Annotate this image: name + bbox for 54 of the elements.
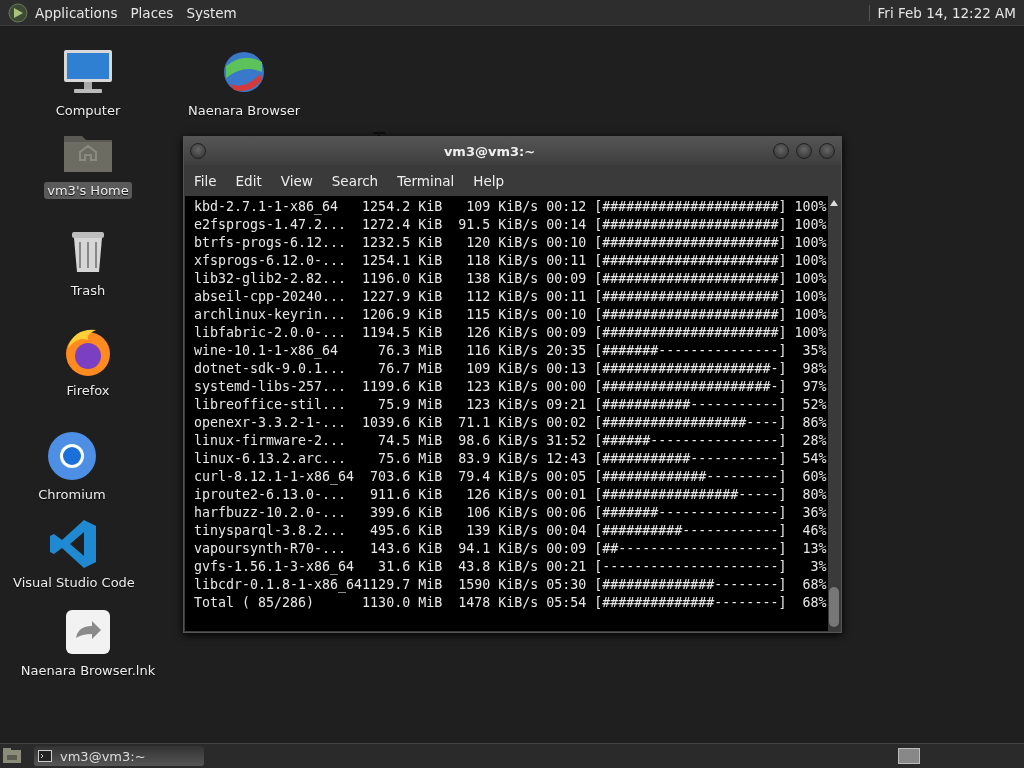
terminal-line: curl-8.12.1-1-x86_64 703.6 KiB 79.4 KiB/s 00:05 [#############---------] 60% [194, 468, 828, 486]
terminal-line: harfbuzz-10.2.0-... 399.6 KiB 106 KiB/s 00:06 [#######---------------] 36% [194, 504, 828, 522]
desktop-icon-label[interactable]: Chromium [35, 486, 109, 503]
terminal-line: kbd-2.7.1-1-x86_64 1254.2 KiB 109 KiB/s 00:12 [######################] 100% [194, 198, 828, 216]
terminal-line: tinysparql-3.8.2... 495.6 KiB 139 KiB/s 00:04 [##########------------] 46% [194, 522, 828, 540]
desktop-icon-label[interactable]: Visual Studio Code [10, 574, 138, 591]
logo-icon[interactable] [8, 2, 28, 23]
desktop-icon-label[interactable]: vm3's Home [44, 182, 132, 199]
terminal-line: Total ( 85/286) 1130.0 MiB 1478 KiB/s 05:54 [##############--------] 68% [194, 594, 828, 612]
menu-item[interactable]: Terminal [389, 168, 463, 193]
terminal-line: dotnet-sdk-9.0.1... 76.7 MiB 109 KiB/s 00:13 [#####################-] 98% [194, 360, 828, 378]
task-button[interactable]: vm3@vm3:~ [34, 746, 204, 766]
terminal-line: lib32-glib2-2.82... 1196.0 KiB 138 KiB/s 00:09 [######################] 100% [194, 270, 828, 288]
terminal-line: libreoffice-stil... 75.9 MiB 123 KiB/s 09:21 [###########-----------] 52% [194, 396, 828, 414]
terminal-line: libcdr-0.1.8-1-x86_641129.7 MiB 1590 KiB/s 05:30 [##############--------] 68% [194, 576, 828, 594]
window-menu-button[interactable] [190, 143, 206, 159]
desktop-icon-label[interactable]: Firefox [63, 382, 113, 399]
workspace-switcher[interactable] [898, 748, 920, 764]
terminal-line: iproute2-6.13.0-... 911.6 KiB 126 KiB/s 00:01 [#################-----] 80% [194, 486, 828, 504]
terminal-line: btrfs-progs-6.12... 1232.5 KiB 120 KiB/s 00:10 [######################] 100% [194, 234, 828, 252]
terminal-line: archlinux-keyrin... 1206.9 KiB 115 KiB/s 00:10 [######################] 100% [194, 306, 828, 324]
maximize-button[interactable] [796, 143, 812, 159]
scroll-up-icon[interactable] [830, 200, 838, 206]
menu-item[interactable]: Edit [227, 168, 270, 193]
show-desktop-icon[interactable] [2, 747, 22, 765]
clock[interactable]: Fri Feb 14, 12:22 AM [868, 4, 1024, 21]
menu-item[interactable]: View [272, 168, 321, 193]
menu-item[interactable]: Search [323, 168, 387, 193]
desktop-icon-label[interactable]: Trash [67, 282, 109, 299]
terminal-line: linux-firmware-2... 74.5 MiB 98.6 KiB/s 31:52 [######----------------] 28% [194, 432, 828, 450]
desktop-icon-label[interactable]: Naenara Browser [185, 102, 303, 119]
window-title: vm3@vm3:~ [443, 143, 536, 159]
terminal-line: systemd-libs-257... 1199.6 KiB 123 KiB/s 00:00 [#####################-] 97% [194, 378, 828, 396]
panel-menu[interactable]: Places [130, 4, 174, 21]
terminal-line: abseil-cpp-20240... 1227.9 KiB 112 KiB/s 00:11 [######################] 100% [194, 288, 828, 306]
terminal-line: vapoursynth-R70-... 143.6 KiB 94.1 KiB/s 00:09 [##--------------------] 13% [194, 540, 828, 558]
terminal-icon [38, 750, 52, 762]
close-button[interactable] [819, 143, 835, 159]
terminal-line: xfsprogs-6.12.0-... 1254.1 KiB 118 KiB/s 00:11 [######################] 100% [194, 252, 828, 270]
panel-menu[interactable]: System [186, 4, 237, 21]
terminal-line: wine-10.1-1-x86_64 76.3 MiB 116 KiB/s 20:35 [#######---------------] 35% [194, 342, 828, 360]
minimize-button[interactable] [773, 143, 789, 159]
desktop-icon-label[interactable]: Naenara Browser.lnk [17, 662, 159, 679]
menu-item[interactable]: File [186, 168, 225, 193]
desktop-icon-label[interactable]: Computer [52, 102, 124, 119]
terminal-line: linux-6.13.2.arc... 75.6 MiB 83.9 KiB/s 12:43 [###########-----------] 54% [194, 450, 828, 468]
panel-menu[interactable]: Applications [35, 4, 118, 21]
terminal-line: e2fsprogs-1.47.2... 1272.4 KiB 91.5 KiB/s 00:14 [######################] 100% [194, 216, 828, 234]
menu-item[interactable]: Help [465, 168, 513, 193]
terminal-line: gvfs-1.56.1-3-x86_64 31.6 KiB 43.8 KiB/s 00:21 [----------------------] 3% [194, 558, 828, 576]
scrollbar-thumb[interactable] [829, 587, 839, 627]
terminal-line: libfabric-2.0.0-... 1194.5 KiB 126 KiB/s 00:09 [######################] 100% [194, 324, 828, 342]
terminal-line: openexr-3.3.2-1-... 1039.6 KiB 71.1 KiB/s 00:02 [##################----] 86% [194, 414, 828, 432]
scrollbar[interactable] [828, 196, 840, 631]
